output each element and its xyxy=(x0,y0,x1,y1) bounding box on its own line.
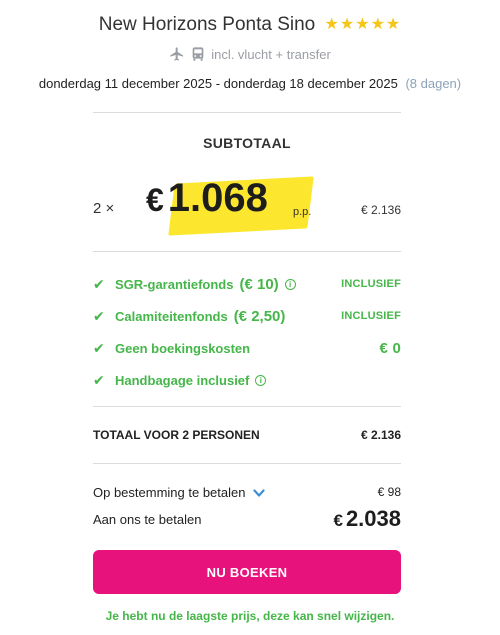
hotel-title: New Horizons Ponta Sino ★★★★★ xyxy=(0,14,500,36)
check-icon: ✔ xyxy=(93,307,105,324)
inclusion-label: Handbagage inclusief xyxy=(115,372,250,388)
info-icon[interactable]: i xyxy=(284,278,296,290)
date-range: donderdag 11 december 2025 - donderdag 1… xyxy=(38,76,398,91)
plane-icon xyxy=(169,46,185,62)
total-label: TOTAAL VOOR 2 PERSONEN xyxy=(93,428,260,442)
total-value: € 2.136 xyxy=(360,428,401,442)
price-per-person: €1.068 xyxy=(146,176,268,221)
inclusion-sgr: ✔ SGR-garantiefonds (€ 10) i INCLUSIEF xyxy=(93,268,401,300)
hotel-name: New Horizons Ponta Sino xyxy=(98,14,316,35)
check-icon: ✔ xyxy=(93,371,105,388)
per-person-label: p.p. xyxy=(293,206,312,218)
inclusion-status: INCLUSIEF xyxy=(341,310,401,322)
pay-on-site-label: Op bestemming te betalen xyxy=(93,485,246,500)
inclusion-status: € 0 xyxy=(379,339,401,357)
travel-dates: donderdag 11 december 2025 - donderdag 1… xyxy=(0,76,500,91)
nights-count: (8 dagen) xyxy=(405,76,462,91)
pay-to-us-value: €2.038 xyxy=(333,506,401,532)
bus-icon xyxy=(191,46,205,62)
pay-to-us-amount: 2.038 xyxy=(345,506,401,531)
subtotal-heading: SUBTOTAAL xyxy=(203,135,291,151)
star-rating-icon: ★★★★★ xyxy=(324,16,402,33)
divider xyxy=(93,463,401,464)
currency-symbol: € xyxy=(146,182,164,218)
check-icon: ✔ xyxy=(93,339,105,356)
divider xyxy=(93,112,401,113)
price-amount: 1.068 xyxy=(167,176,268,220)
inclusion-label: Calamiteitenfonds xyxy=(115,308,228,324)
divider xyxy=(93,251,401,252)
lowest-price-note: Je hebt nu de laagste prijs, deze kan sn… xyxy=(105,609,395,623)
divider xyxy=(93,406,401,407)
inclusion-fee: (€ 10) xyxy=(239,275,279,293)
line-total: € 2.136 xyxy=(360,203,401,217)
travel-label: incl. vlucht + transfer xyxy=(211,46,331,62)
total-row: TOTAAL VOOR 2 PERSONEN € 2.136 xyxy=(93,428,401,442)
info-icon[interactable]: i xyxy=(255,374,267,386)
inclusion-label: Geen boekingskosten xyxy=(115,340,251,356)
pay-on-site-value: € 98 xyxy=(377,485,401,499)
inclusion-fee: (€ 2,50) xyxy=(233,307,286,325)
inclusion-booking-costs: ✔ Geen boekingskosten € 0 xyxy=(93,332,401,364)
check-icon: ✔ xyxy=(93,275,105,292)
price-row: 2 × €1.068 p.p. € 2.136 xyxy=(93,168,401,238)
inclusion-status: INCLUSIEF xyxy=(341,278,401,290)
pay-to-us-row: Aan ons te betalen €2.038 xyxy=(93,506,401,531)
quantity: 2 × xyxy=(93,200,115,217)
chevron-down-icon[interactable] xyxy=(253,485,265,500)
inclusions-list: ✔ SGR-garantiefonds (€ 10) i INCLUSIEF ✔… xyxy=(93,268,401,396)
currency-symbol: € xyxy=(333,511,343,530)
inclusion-calamiteitenfonds: ✔ Calamiteitenfonds (€ 2,50) INCLUSIEF xyxy=(93,300,401,332)
inclusion-hand-luggage: ✔ Handbagage inclusief i xyxy=(93,364,401,396)
pay-on-site-row[interactable]: Op bestemming te betalen € 98 xyxy=(93,485,401,500)
inclusion-label: SGR-garantiefonds xyxy=(115,276,234,292)
travel-info: incl. vlucht + transfer xyxy=(0,46,500,62)
pay-to-us-label: Aan ons te betalen xyxy=(93,512,202,527)
book-now-button[interactable]: NU BOEKEN xyxy=(93,550,401,594)
